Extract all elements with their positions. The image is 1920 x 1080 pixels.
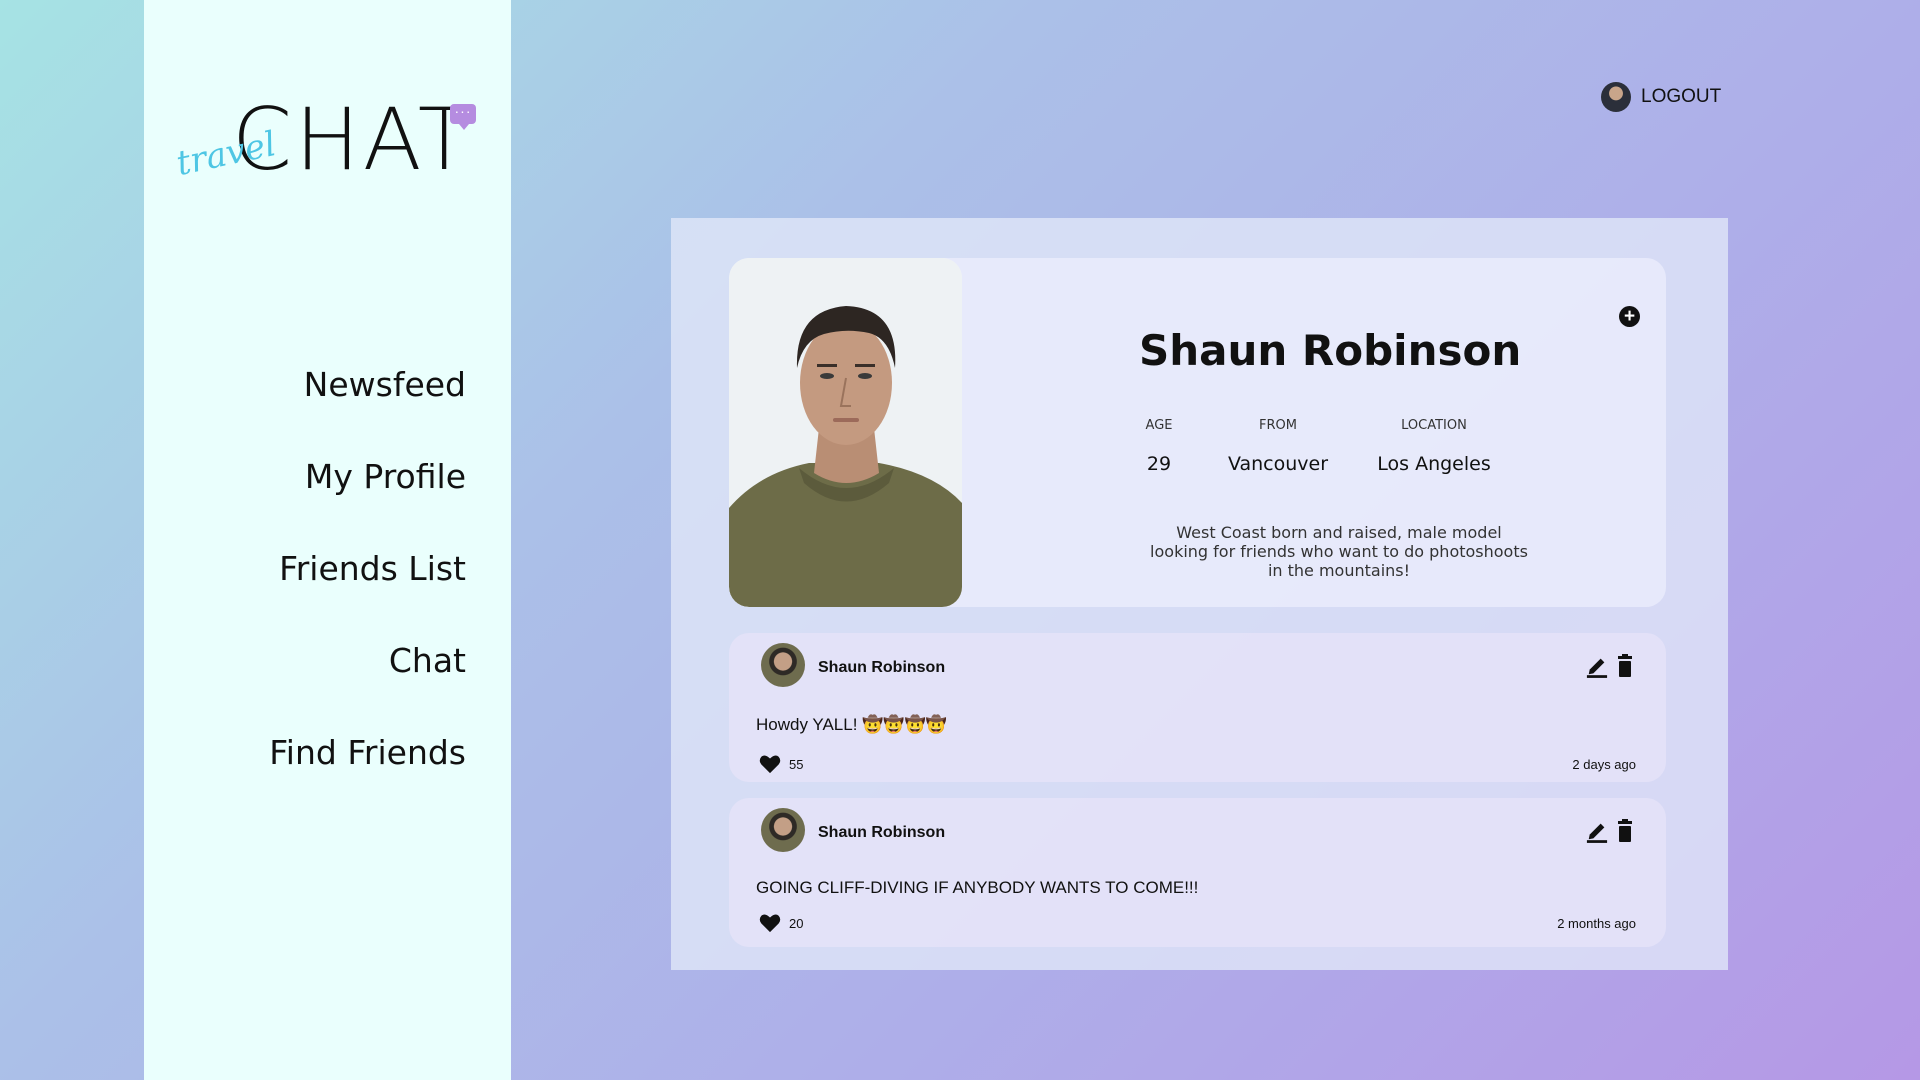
sidebar-item-chat[interactable]: Chat — [269, 631, 466, 723]
logout-label: LOGOUT — [1641, 86, 1722, 107]
like-count: 20 — [789, 915, 804, 931]
profile-photo — [729, 258, 962, 607]
stat-age-label: AGE — [1145, 418, 1173, 433]
heart-icon — [759, 914, 781, 933]
like-button[interactable]: 20 — [759, 913, 803, 933]
post-card: Shaun Robinson Howdy YALL! 🤠🤠🤠🤠 55 2 day… — [729, 633, 1666, 782]
sidebar-item-friends-list[interactable]: Friends List — [269, 539, 466, 631]
sidebar-nav: Newsfeed My Profile Friends List Chat Fi… — [269, 355, 466, 815]
post-actions — [1586, 818, 1636, 844]
post-author: Shaun Robinson — [818, 824, 946, 841]
heart-icon — [759, 755, 781, 774]
pencil-icon[interactable] — [1586, 818, 1608, 844]
stat-from-label: FROM — [1259, 418, 1297, 433]
stat-age-value: 29 — [1146, 453, 1172, 475]
post-text: Howdy YALL! 🤠🤠🤠🤠 — [756, 715, 947, 734]
profile-photo-image — [729, 258, 962, 607]
sidebar-item-find-friends[interactable]: Find Friends — [269, 723, 466, 815]
profile-name: Shaun Robinson — [1139, 326, 1522, 375]
post-author-avatar — [761, 643, 805, 687]
post-text: GOING CLIFF-DIVING IF ANYBODY WANTS TO C… — [756, 878, 1199, 897]
sidebar-item-newsfeed[interactable]: Newsfeed — [269, 355, 466, 447]
add-friend-icon[interactable]: + — [1619, 306, 1640, 327]
stat-from-value: Vancouver — [1227, 453, 1329, 475]
sidebar: CHAT travel ··· Newsfeed My Profile Frie… — [144, 0, 511, 1080]
post-timestamp: 2 months ago — [1557, 916, 1636, 931]
post-author-avatar — [761, 808, 805, 852]
app-logo[interactable]: CHAT travel ··· — [173, 90, 494, 190]
post-actions — [1586, 653, 1636, 679]
chat-bubble-icon: ··· — [450, 104, 476, 130]
logout-button[interactable]: LOGOUT — [1601, 82, 1721, 112]
post-timestamp: 2 days ago — [1572, 757, 1636, 772]
profile-panel: + Shaun Robinson AGE FROM LOCATION 29 Va… — [671, 218, 1728, 970]
pencil-icon[interactable] — [1586, 653, 1608, 679]
profile-bio: West Coast born and raised, male model l… — [1150, 523, 1528, 580]
trash-icon[interactable] — [1614, 653, 1636, 679]
stat-location-label: LOCATION — [1401, 418, 1467, 433]
stat-location-value: Los Angeles — [1377, 453, 1491, 475]
profile-card: + Shaun Robinson AGE FROM LOCATION 29 Va… — [729, 258, 1666, 607]
post-card: Shaun Robinson GOING CLIFF-DIVING IF ANY… — [729, 798, 1666, 947]
like-count: 55 — [789, 756, 804, 772]
sidebar-item-my-profile[interactable]: My Profile — [269, 447, 466, 539]
post-author: Shaun Robinson — [818, 659, 946, 676]
trash-icon[interactable] — [1614, 818, 1636, 844]
user-avatar — [1601, 82, 1631, 112]
like-button[interactable]: 55 — [759, 754, 803, 774]
